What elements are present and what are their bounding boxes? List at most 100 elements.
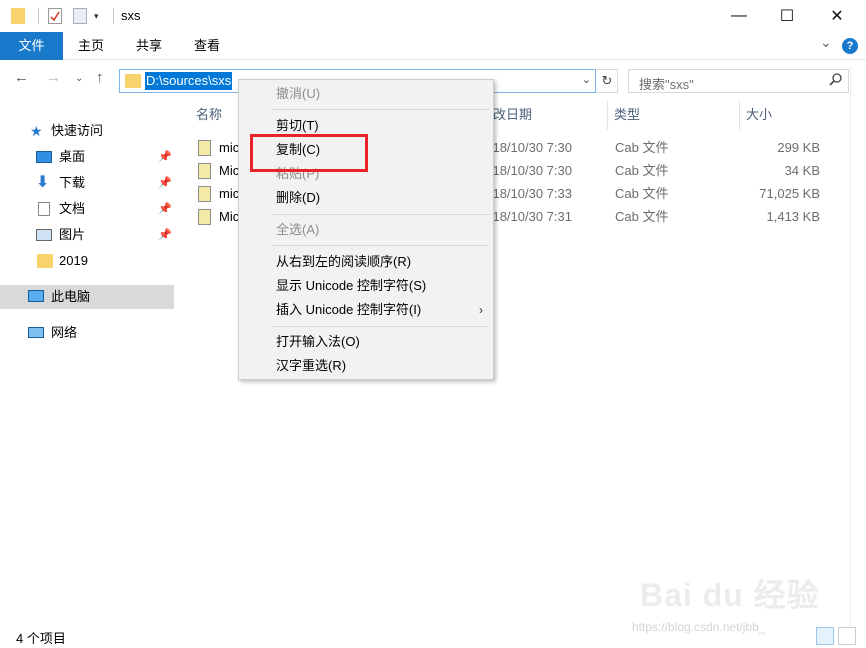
- menu-item-label: 显示 Unicode 控制字符(S): [276, 278, 427, 293]
- ribbon-tabs: 文件 主页 共享 查看 ⌄: [0, 32, 866, 60]
- watermark-logo: Bai du 经验: [640, 577, 820, 613]
- refresh-icon[interactable]: ↻: [597, 69, 618, 93]
- menu-item-delete[interactable]: 删除(D): [239, 187, 493, 209]
- search-input[interactable]: 搜索"sxs": [628, 69, 849, 93]
- sidebar-item-this-pc[interactable]: 此电脑: [0, 285, 174, 309]
- file-type: Cab 文件: [615, 140, 669, 155]
- menu-separator: [271, 245, 489, 246]
- cab-file-icon: [198, 186, 211, 202]
- vertical-scrollbar[interactable]: [850, 66, 866, 626]
- cab-file-icon: [198, 140, 211, 156]
- menu-item-open-ime[interactable]: 打开输入法(O): [239, 331, 493, 353]
- divider: [607, 100, 608, 130]
- menu-item-label: 撤消(U): [276, 86, 321, 101]
- star-icon: ★: [30, 123, 43, 139]
- column-header-name[interactable]: 名称: [196, 100, 222, 130]
- menu-item-label: 全选(A): [276, 222, 320, 237]
- tab-home[interactable]: 主页: [72, 32, 110, 60]
- file-type: Cab 文件: [615, 186, 669, 201]
- sidebar-item-label: 快速访问: [51, 123, 104, 138]
- menu-item-undo[interactable]: 撤消(U): [239, 83, 493, 105]
- details-view-icon[interactable]: [816, 627, 834, 645]
- item-count: 4 个项目: [16, 631, 66, 646]
- pin-icon[interactable]: 📌: [158, 197, 172, 221]
- menu-item-label: 汉字重选(R): [276, 358, 347, 373]
- column-header-type[interactable]: 类型: [614, 100, 640, 130]
- properties-icon[interactable]: [48, 8, 62, 24]
- tab-file[interactable]: 文件: [0, 32, 63, 60]
- sidebar-item-label: 桌面: [59, 149, 86, 164]
- folder-icon: [37, 254, 53, 268]
- file-type: Cab 文件: [615, 163, 669, 178]
- recent-locations-chevron-icon[interactable]: ⌄: [75, 73, 83, 84]
- close-button[interactable]: ✕: [814, 0, 860, 32]
- file-size: 1,413 KB: [766, 209, 821, 224]
- file-name: Mic: [219, 209, 240, 224]
- sidebar-item-quick-access[interactable]: ★ 快速访问: [0, 119, 174, 143]
- sidebar-item-label: 此电脑: [51, 289, 91, 304]
- menu-item-label: 插入 Unicode 控制字符(I): [276, 302, 422, 317]
- watermark-url: https://blog.csdn.net/jbb_: [632, 620, 766, 634]
- sidebar-item-label: 图片: [59, 227, 86, 242]
- file-name: mic: [219, 186, 240, 201]
- sidebar-item-2019[interactable]: 2019: [0, 249, 174, 273]
- sidebar-item-documents[interactable]: 文档 📌: [0, 197, 174, 221]
- file-name: mic: [219, 140, 240, 155]
- sidebar-item-pictures[interactable]: 图片 📌: [0, 223, 174, 247]
- submenu-arrow-icon: ›: [479, 303, 483, 317]
- navigation-pane: ★ 快速访问 桌面 📌 ⬇ 下载 📌 文档 📌 图片 📌 2019 此电脑 网络: [0, 110, 174, 610]
- download-icon: ⬇: [36, 174, 50, 191]
- divider: [739, 100, 740, 130]
- menu-item-label: 打开输入法(O): [276, 334, 360, 349]
- pin-icon[interactable]: 📌: [158, 171, 172, 195]
- address-path[interactable]: D:\sources\sxs: [145, 72, 233, 90]
- pin-icon[interactable]: 📌: [158, 145, 172, 169]
- file-size: 299 KB: [777, 140, 820, 155]
- help-icon[interactable]: ?: [842, 38, 858, 54]
- maximize-button[interactable]: ☐: [764, 0, 810, 32]
- sidebar-item-label: 网络: [51, 325, 78, 340]
- search-placeholder: 搜索"sxs": [639, 77, 694, 92]
- document-icon: [38, 202, 50, 216]
- sidebar-item-network[interactable]: 网络: [0, 321, 174, 345]
- menu-item-insert-unicode[interactable]: 插入 Unicode 控制字符(I) ›: [239, 299, 493, 321]
- minimize-button[interactable]: —: [716, 0, 762, 32]
- forward-arrow-icon[interactable]: →: [46, 69, 61, 86]
- divider: [38, 8, 39, 24]
- title-bar: ▾ sxs — ☐ ✕: [0, 0, 866, 32]
- new-folder-icon[interactable]: [73, 8, 87, 24]
- sidebar-item-downloads[interactable]: ⬇ 下载 📌: [0, 171, 174, 195]
- menu-item-show-unicode[interactable]: 显示 Unicode 控制字符(S): [239, 275, 493, 297]
- menu-item-label: 从右到左的阅读顺序(R): [276, 254, 412, 269]
- menu-item-rtl-reading-order[interactable]: 从右到左的阅读顺序(R): [239, 251, 493, 273]
- file-size: 34 KB: [784, 163, 820, 178]
- sidebar-item-label: 下载: [59, 175, 86, 190]
- file-size: 71,025 KB: [759, 186, 820, 201]
- menu-separator: [271, 326, 489, 327]
- tab-share[interactable]: 共享: [130, 32, 168, 60]
- up-arrow-icon[interactable]: ↑: [96, 69, 104, 86]
- menu-item-reconversion[interactable]: 汉字重选(R): [239, 355, 493, 377]
- computer-icon: [28, 290, 44, 302]
- customize-quick-access-icon[interactable]: ▾: [94, 8, 104, 24]
- sidebar-item-label: 文档: [59, 201, 86, 216]
- menu-item-select-all[interactable]: 全选(A): [239, 219, 493, 241]
- highlight-annotation-box: [250, 134, 368, 172]
- search-icon[interactable]: [829, 73, 842, 89]
- back-arrow-icon[interactable]: ←: [14, 69, 29, 86]
- chevron-down-icon[interactable]: ⌄: [582, 73, 591, 86]
- tab-view[interactable]: 查看: [188, 32, 226, 60]
- menu-separator: [271, 214, 489, 215]
- pin-icon[interactable]: 📌: [158, 223, 172, 247]
- divider: [113, 8, 114, 24]
- folder-icon: [11, 8, 25, 24]
- picture-icon: [36, 229, 52, 241]
- network-icon: [28, 327, 44, 338]
- expand-ribbon-chevron-icon[interactable]: ⌄: [820, 34, 832, 51]
- file-name: Mic: [219, 163, 240, 178]
- file-type: Cab 文件: [615, 209, 669, 224]
- column-header-size[interactable]: 大小: [746, 100, 772, 130]
- folder-icon: [125, 74, 141, 88]
- sidebar-item-desktop[interactable]: 桌面 📌: [0, 145, 174, 169]
- large-icons-view-icon[interactable]: [838, 627, 856, 645]
